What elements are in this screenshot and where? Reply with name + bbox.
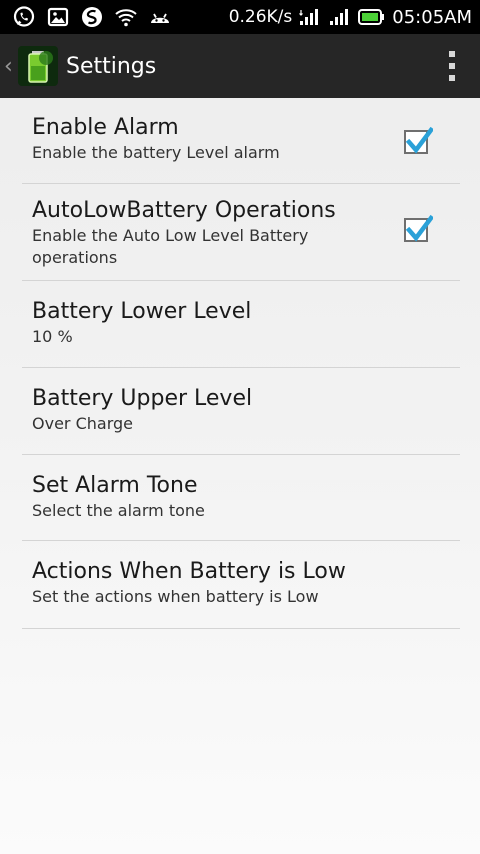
setting-title: Battery Lower Level	[32, 299, 252, 324]
whatsapp-icon	[12, 5, 36, 29]
battery-icon	[358, 5, 386, 29]
status-time: 05:05AM	[392, 6, 472, 28]
setting-title: Actions When Battery is Low	[32, 559, 346, 584]
setting-summary: 10 %	[32, 327, 73, 346]
settings-list: Enable Alarm Enable the battery Level al…	[22, 98, 460, 629]
setting-title: Battery Upper Level	[32, 386, 253, 411]
setting-battery-upper-level[interactable]: Battery Upper Level Over Charge	[22, 368, 460, 455]
back-chevron-icon[interactable]: ‹	[4, 54, 14, 79]
signal-icon	[298, 5, 322, 29]
page-title: Settings	[66, 53, 157, 79]
checkmark-icon	[405, 214, 433, 242]
setting-summary: Select the alarm tone	[32, 501, 205, 520]
setting-title: Set Alarm Tone	[32, 473, 198, 498]
setting-summary: Enable the Auto Low Level Battery operat…	[32, 226, 309, 267]
checkmark-icon	[405, 126, 433, 154]
sync-icon	[80, 5, 104, 29]
action-bar: ‹ Settings	[0, 34, 480, 98]
setting-enable-alarm[interactable]: Enable Alarm Enable the battery Level al…	[22, 98, 460, 184]
enable-alarm-checkbox[interactable]	[404, 126, 433, 154]
status-bar: 0.26K/s 05:05AM	[0, 0, 480, 34]
setting-title: AutoLowBattery Operations	[32, 198, 336, 223]
android-icon	[148, 5, 172, 29]
auto-low-battery-checkbox[interactable]	[404, 214, 433, 242]
setting-battery-lower-level[interactable]: Battery Lower Level 10 %	[22, 281, 460, 368]
overflow-menu-icon[interactable]	[448, 51, 456, 81]
setting-summary: Set the actions when battery is Low	[32, 587, 319, 606]
setting-summary: Enable the battery Level alarm	[32, 143, 280, 162]
image-icon	[46, 5, 70, 29]
system-icons: 0.26K/s 05:05AM	[229, 5, 472, 29]
setting-summary: Over Charge	[32, 414, 133, 433]
setting-alarm-tone[interactable]: Set Alarm Tone Select the alarm tone	[22, 455, 460, 541]
notification-icons	[12, 5, 172, 29]
signal-icon	[328, 5, 352, 29]
setting-low-battery-actions[interactable]: Actions When Battery is Low Set the acti…	[22, 541, 460, 629]
network-speed: 0.26K/s	[228, 7, 293, 27]
app-battery-icon[interactable]	[18, 46, 58, 86]
setting-auto-low-battery[interactable]: AutoLowBattery Operations Enable the Aut…	[22, 184, 460, 281]
setting-title: Enable Alarm	[32, 115, 179, 140]
wifi-icon	[114, 5, 138, 29]
